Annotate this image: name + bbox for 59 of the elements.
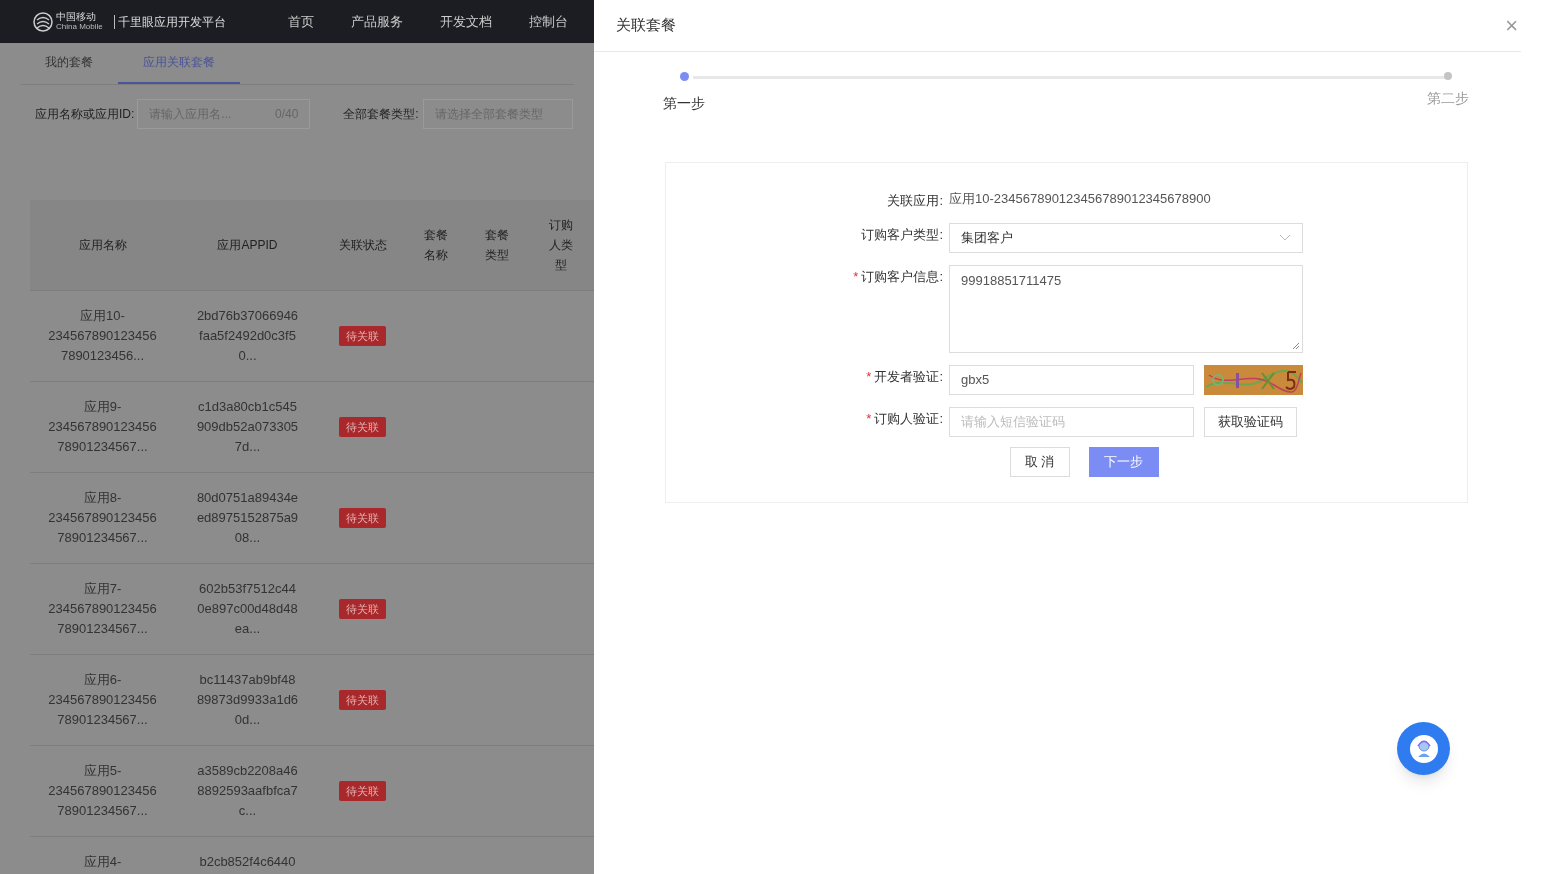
column-header: 关联状态 <box>338 237 387 254</box>
table-cell-text: c1d3a80cb1c545 909db52a073305 7d... <box>196 398 299 456</box>
status-badge: 待关联 <box>339 598 386 620</box>
column-header: 套餐 名称 <box>424 227 448 264</box>
cancel-button[interactable]: 取 消 <box>1009 446 1070 477</box>
table-cell-text: bc11437ab9bf48 89873d9933a1d6 0d... <box>196 671 299 729</box>
chevron-down-icon <box>1279 233 1291 242</box>
get-code-button[interactable]: 获取验证码 <box>1204 406 1297 437</box>
required-mark: * <box>853 267 859 286</box>
field-label: 关联应用: <box>887 192 943 210</box>
status-badge: 待关联 <box>339 507 386 529</box>
nav-link[interactable]: 首页 <box>287 11 314 32</box>
table-cell-text: 应用4- <box>83 853 122 871</box>
column-header: 套餐 类型 <box>485 227 509 264</box>
required-mark: * <box>866 367 872 386</box>
status-badge: 待关联 <box>339 689 386 711</box>
nav-link[interactable]: 开发文档 <box>439 11 492 32</box>
field-label: 订购人验证: <box>874 409 943 428</box>
table-cell-text: 2bd76b37066946 faa5f2492d0c3f5 0... <box>196 307 299 365</box>
resize-handle-icon <box>1292 341 1300 350</box>
status-badge: 待关联 <box>339 780 386 802</box>
field-label: 开发者验证: <box>874 367 943 386</box>
sms-code-input[interactable]: 请输入短信验证码 <box>949 406 1194 437</box>
nav-link[interactable]: 产品服务 <box>350 11 403 32</box>
support-button[interactable] <box>1397 722 1450 775</box>
column-header: 应用名称 <box>78 237 127 254</box>
table-cell-text: 80d0751a89434e ed8975152875a9 08... <box>196 489 299 547</box>
table-cell-text: 应用10- 234567890123456 7890123456... <box>48 307 157 365</box>
drawer-title: 关联套餐 <box>616 15 676 36</box>
column-header: 订购 人类 型 <box>548 217 573 274</box>
required-mark: * <box>866 409 872 428</box>
logo-text: 中国移动 <box>56 12 97 22</box>
field-label: 订购客户类型: <box>861 225 943 244</box>
table-cell-text: 602b53f7512c44 0e897c00d48d48 ea... <box>197 580 298 638</box>
table-cell-text: 应用8- 234567890123456 78901234567... <box>48 489 157 547</box>
step-label: 第一步 <box>663 94 705 113</box>
table-cell-text: a3589cb2208a46 8892593aafbfca7 c... <box>197 762 298 820</box>
status-badge: 待关联 <box>339 325 386 347</box>
column-header: 应用APPID <box>217 237 278 254</box>
step-label: 第二步 <box>1427 89 1469 108</box>
developer-code-input[interactable]: gbx5 <box>949 364 1194 395</box>
tab[interactable]: 我的套餐 <box>20 42 118 84</box>
logo-subtext: China Mobile <box>56 23 103 31</box>
headset-agent-icon <box>1409 734 1438 763</box>
customer-info-textarea[interactable]: 99918851711475 <box>949 264 1303 353</box>
table-cell-text: 应用6- 234567890123456 78901234567... <box>48 671 157 729</box>
logo-icon <box>33 11 53 32</box>
field-value: 应用10-234567890123456789012345678900 <box>949 190 1211 208</box>
field-label: 订购客户信息: <box>861 267 943 286</box>
nav-link[interactable]: 控制台 <box>528 11 568 32</box>
customer-type-select[interactable]: 集团客户 <box>949 222 1303 253</box>
table-cell-text: 应用7- 234567890123456 78901234567... <box>48 580 157 638</box>
platform-title: 千里眼应用开发平台 <box>117 13 226 31</box>
table-cell-text: 应用9- 234567890123456 78901234567... <box>48 398 157 456</box>
filter-label: 全部套餐类型: <box>343 106 419 123</box>
table-cell-text: 应用5- 234567890123456 78901234567... <box>48 762 157 820</box>
table-cell-text: b2cb852f4c6440 <box>199 853 296 871</box>
filter-label: 应用名称或应用ID: <box>35 106 135 123</box>
status-badge: 待关联 <box>339 416 386 438</box>
